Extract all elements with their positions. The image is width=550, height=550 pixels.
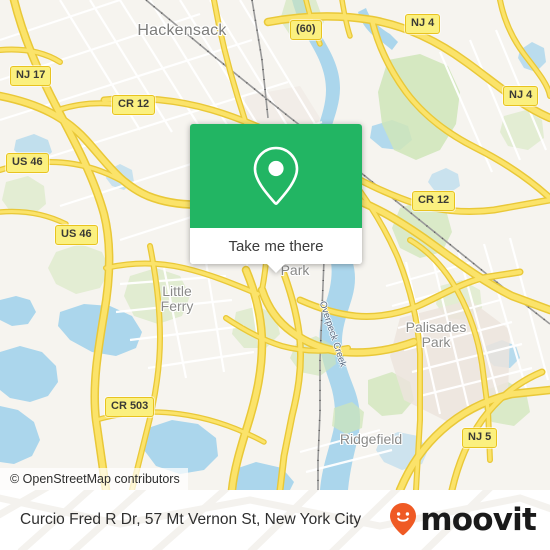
popup-inner: Take me there bbox=[190, 124, 362, 264]
map-screenshot: Hackensack Little Ferry Ridgefield Park … bbox=[0, 0, 550, 550]
popup-header bbox=[190, 124, 362, 228]
road-shield: CR 12 bbox=[412, 191, 456, 211]
road-shield: US 46 bbox=[6, 153, 49, 173]
moovit-brand[interactable]: moovit bbox=[388, 501, 537, 538]
road-shield: NJ 5 bbox=[462, 428, 498, 448]
map-canvas[interactable]: Hackensack Little Ferry Ridgefield Park … bbox=[0, 0, 550, 490]
road-shield: CR 503 bbox=[105, 397, 155, 417]
location-address: Curcio Fred R Dr, 57 Mt Vernon St, New Y… bbox=[20, 511, 362, 528]
footer-bar: Curcio Fred R Dr, 57 Mt Vernon St, New Y… bbox=[0, 490, 550, 550]
road-shield: NJ 4 bbox=[405, 14, 441, 34]
moovit-wordmark: moovit bbox=[420, 501, 537, 538]
road-shield: CR 12 bbox=[112, 95, 156, 115]
road-shield: US 46 bbox=[55, 225, 98, 245]
location-popup-card[interactable]: Take me there bbox=[190, 124, 362, 273]
road-shield: NJ 4 bbox=[503, 86, 539, 106]
osm-attribution-text: © OpenStreetMap contributors bbox=[10, 472, 180, 486]
map-pin-icon bbox=[253, 146, 299, 205]
road-shield: NJ 17 bbox=[10, 66, 52, 86]
take-me-there-button[interactable]: Take me there bbox=[190, 228, 362, 264]
popup-pointer bbox=[267, 264, 285, 273]
road-shield: (60) bbox=[290, 20, 322, 40]
moovit-smiley-pin-icon bbox=[390, 503, 417, 536]
take-me-there-label: Take me there bbox=[228, 237, 324, 255]
osm-attribution[interactable]: © OpenStreetMap contributors bbox=[0, 468, 188, 490]
